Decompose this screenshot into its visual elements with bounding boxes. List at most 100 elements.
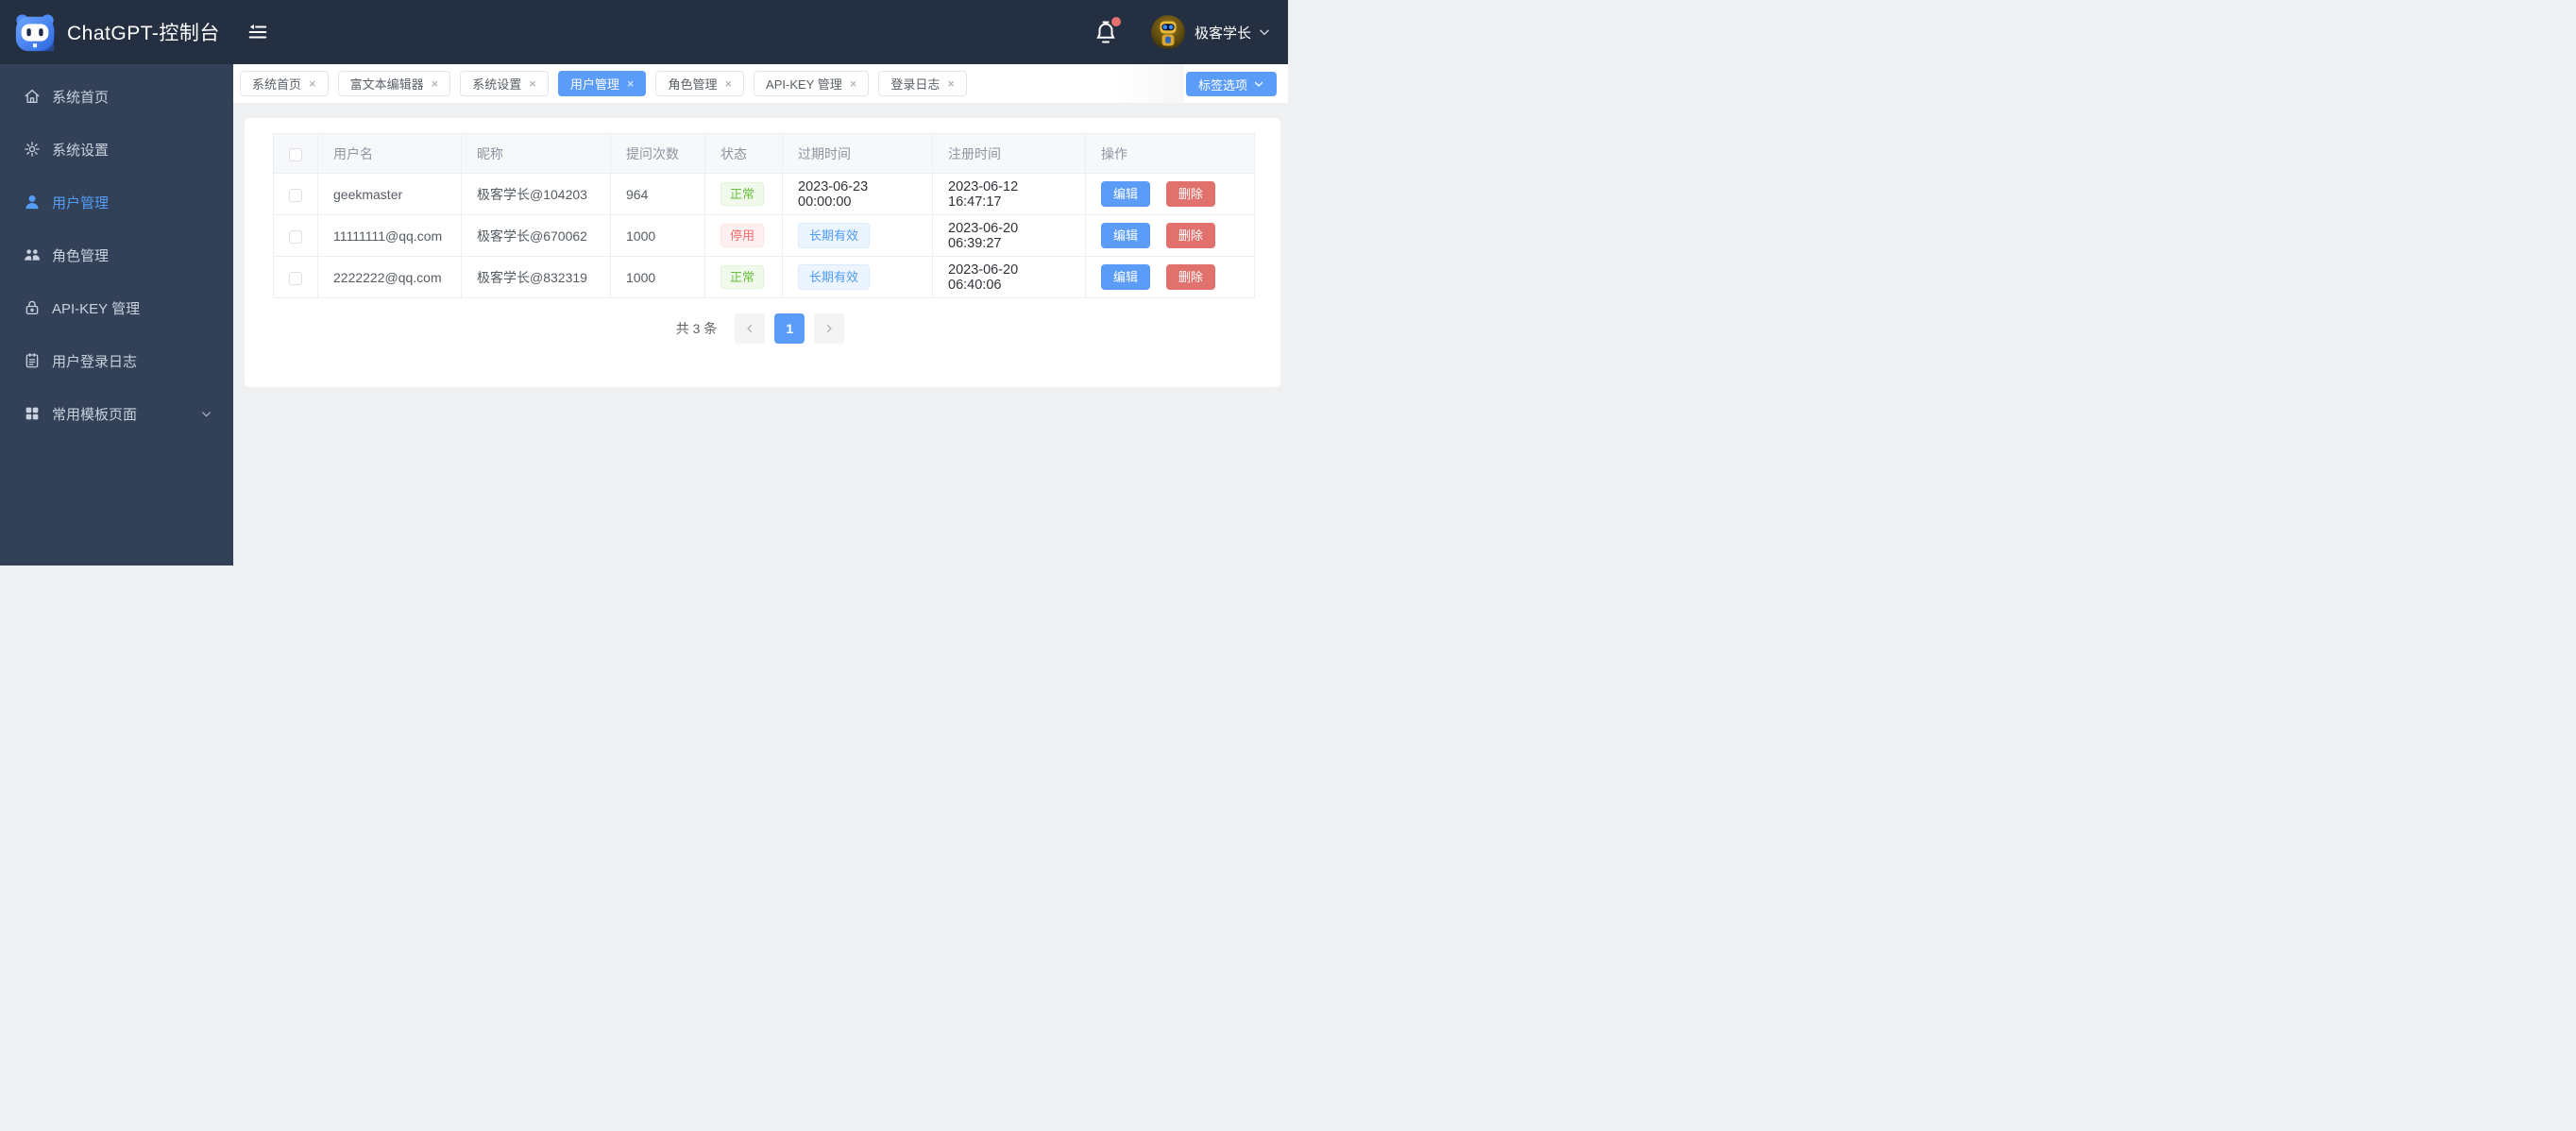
- tab-login-log[interactable]: 登录日志 ×: [878, 71, 967, 96]
- pagination-page-1[interactable]: 1: [774, 313, 805, 344]
- tab-close-icon[interactable]: ×: [627, 77, 635, 90]
- edit-button[interactable]: 编辑: [1101, 181, 1151, 207]
- main-content: 用户名 昵称 提问次数 状态 过期时间 注册时间 操作 geekmaster 极…: [233, 103, 1288, 566]
- sidebar-item-system-settings[interactable]: 系统设置: [0, 123, 233, 176]
- edit-button[interactable]: 编辑: [1101, 264, 1151, 290]
- column-header-expire: 过期时间: [782, 133, 933, 174]
- table-row: 2222222@qq.com 极客学长@832319 1000 正常 长期有效 …: [273, 256, 1255, 298]
- cell-username: 11111111@qq.com: [317, 214, 462, 257]
- sidebar-item-user-login-log[interactable]: 用户登录日志: [0, 334, 233, 387]
- sidebar-item-label: API-KEY 管理: [52, 300, 141, 317]
- app-logo-robot-icon: [15, 14, 56, 52]
- sidebar-item-label: 用户管理: [52, 194, 110, 211]
- sidebar-item-label: 系统设置: [52, 142, 110, 159]
- chevron-down-icon: [1254, 81, 1263, 87]
- notification-bell-icon[interactable]: [1094, 17, 1121, 44]
- tab-options-button[interactable]: 标签选项: [1185, 72, 1277, 96]
- delete-button[interactable]: 删除: [1165, 264, 1215, 290]
- tab-system-settings[interactable]: 系统设置 ×: [460, 71, 549, 96]
- lock-icon: [25, 300, 39, 315]
- cell-register-time: 2023-06-12 16:47:17: [932, 173, 1086, 215]
- tab-system-home[interactable]: 系统首页 ×: [240, 71, 329, 96]
- tab-close-icon[interactable]: ×: [947, 77, 955, 90]
- user-name[interactable]: 极客学长: [1195, 23, 1251, 42]
- chevron-left-icon: [747, 324, 753, 333]
- sidebar-item-role-management[interactable]: 角色管理: [0, 228, 233, 281]
- app-title: ChatGPT-控制台: [67, 23, 220, 44]
- table-row: geekmaster 极客学长@104203 964 正常 2023-06-23…: [273, 173, 1255, 215]
- chevron-right-icon: [827, 324, 832, 333]
- column-header-count: 提问次数: [610, 133, 705, 174]
- cell-nickname: 极客学长@832319: [461, 256, 611, 298]
- tab-label: 系统设置: [472, 77, 522, 92]
- cell-register-time: 2023-06-20 06:39:27: [932, 214, 1086, 257]
- cell-expire-time: 2023-06-23 00:00:00: [782, 173, 933, 215]
- tab-close-icon[interactable]: ×: [724, 77, 732, 90]
- sidebar-item-label: 用户登录日志: [52, 353, 138, 370]
- select-all-checkbox[interactable]: [289, 147, 302, 161]
- cell-count: 1000: [610, 256, 705, 298]
- user-icon: [25, 194, 39, 210]
- cell-register-time: 2023-06-20 06:40:06: [932, 256, 1086, 298]
- pagination: 共 3 条 1: [273, 313, 1252, 344]
- tab-label: 用户管理: [569, 77, 619, 92]
- sidebar-item-template-pages[interactable]: 常用模板页面: [0, 387, 233, 440]
- tab-label: 系统首页: [252, 77, 302, 92]
- users-table: 用户名 昵称 提问次数 状态 过期时间 注册时间 操作 geekmaster 极…: [273, 133, 1255, 298]
- unread-notification-dot: [1110, 17, 1121, 26]
- cell-count: 964: [610, 173, 705, 215]
- status-badge: 正常: [720, 265, 765, 289]
- pagination-prev-button[interactable]: [735, 313, 766, 344]
- tab-label: 登录日志: [890, 77, 941, 92]
- app-root: ChatGPT-控制台 极客学长 系统首页 系统设置 用户管理 角色管理 API…: [0, 0, 1288, 566]
- pagination-next-button[interactable]: [814, 313, 845, 344]
- home-icon: [25, 89, 40, 104]
- column-header-status: 状态: [704, 133, 783, 174]
- sidebar-item-label: 角色管理: [52, 247, 110, 264]
- user-table-card: 用户名 昵称 提问次数 状态 过期时间 注册时间 操作 geekmaster 极…: [245, 118, 1280, 387]
- sidebar-item-user-management[interactable]: 用户管理: [0, 176, 233, 228]
- sidebar-item-label: 常用模板页面: [52, 406, 138, 423]
- sidebar-item-apikey-management[interactable]: API-KEY 管理: [0, 281, 233, 334]
- user-avatar[interactable]: [1150, 15, 1185, 49]
- sidebar-item-system-home[interactable]: 系统首页: [0, 70, 233, 123]
- tab-close-icon[interactable]: ×: [309, 77, 316, 90]
- sidebar-item-label: 系统首页: [52, 89, 110, 106]
- table-row: 11111111@qq.com 极客学长@670062 1000 停用 长期有效…: [273, 214, 1255, 257]
- log-clipboard-icon: [25, 352, 39, 368]
- tab-richtext-editor[interactable]: 富文本编辑器 ×: [337, 71, 451, 96]
- tab-close-icon[interactable]: ×: [850, 77, 857, 90]
- tab-label: API-KEY 管理: [766, 77, 842, 92]
- tab-role-management[interactable]: 角色管理 ×: [655, 71, 745, 96]
- column-header-register: 注册时间: [932, 133, 1086, 174]
- delete-button[interactable]: 删除: [1165, 181, 1215, 207]
- cell-count: 1000: [610, 214, 705, 257]
- tabbar-scroll-fade: [1118, 64, 1184, 103]
- pagination-total: 共 3 条: [675, 321, 718, 336]
- row-checkbox[interactable]: [289, 188, 302, 202]
- tab-user-management[interactable]: 用户管理 ×: [557, 71, 647, 96]
- edit-button[interactable]: 编辑: [1101, 223, 1151, 248]
- column-header-actions: 操作: [1085, 133, 1255, 174]
- cell-username: 2222222@qq.com: [317, 256, 462, 298]
- tab-close-icon[interactable]: ×: [529, 77, 536, 90]
- delete-button[interactable]: 删除: [1165, 223, 1215, 248]
- tab-label: 角色管理: [668, 77, 718, 92]
- user-menu-chevron-down-icon[interactable]: [1258, 25, 1271, 39]
- tab-label: 富文本编辑器: [349, 77, 424, 92]
- tab-apikey-management[interactable]: API-KEY 管理 ×: [754, 71, 870, 96]
- tab-close-icon[interactable]: ×: [432, 77, 439, 90]
- column-header-username: 用户名: [317, 133, 462, 174]
- row-checkbox[interactable]: [289, 271, 302, 285]
- status-badge: 停用: [720, 224, 765, 247]
- header-right-group: 极客学长: [1094, 15, 1271, 49]
- cell-nickname: 极客学长@670062: [461, 214, 611, 257]
- grid-icon: [25, 407, 39, 420]
- users-group-icon: [25, 249, 40, 261]
- status-badge: 正常: [720, 182, 765, 206]
- sidebar-menu: 系统首页 系统设置 用户管理 角色管理 API-KEY 管理 用户登录日志 常用…: [0, 64, 233, 440]
- expire-badge: 长期有效: [798, 264, 871, 290]
- row-checkbox[interactable]: [289, 229, 302, 244]
- cell-nickname: 极客学长@104203: [461, 173, 611, 215]
- sidebar-collapse-icon[interactable]: [246, 21, 269, 43]
